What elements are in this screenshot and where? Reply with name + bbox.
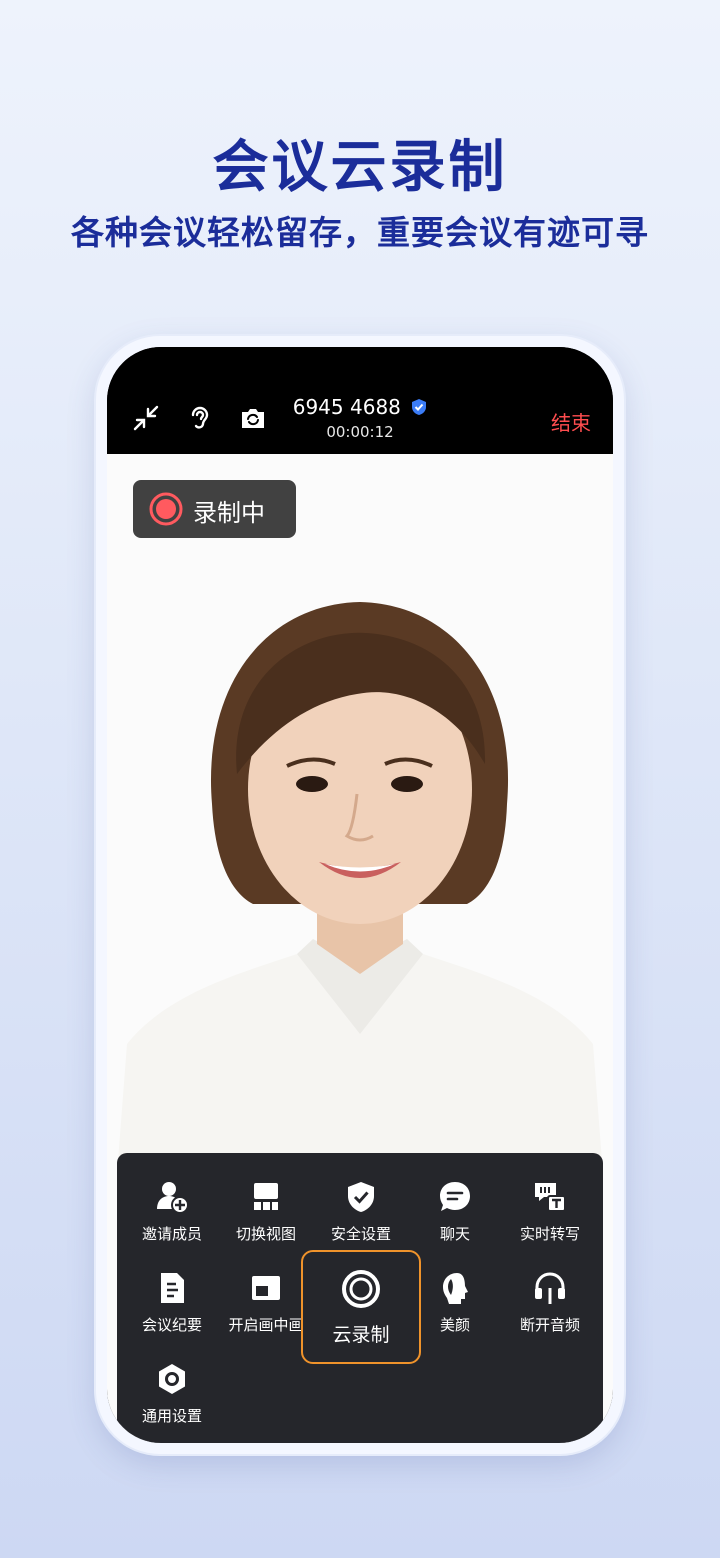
promo-headline: 会议云录制 — [212, 135, 508, 200]
headset-icon — [535, 1272, 565, 1304]
grid-view-icon — [254, 1183, 278, 1210]
meeting-minutes-button[interactable]: 会议纪要 — [124, 1270, 220, 1350]
live-transcription-button[interactable]: 实时转写 — [502, 1179, 598, 1259]
verified-shield-icon — [412, 399, 427, 415]
transcribe-icon — [535, 1183, 566, 1212]
beauty-icon — [443, 1273, 468, 1304]
chat-label: 聊天 — [439, 1225, 470, 1243]
settings-icon — [159, 1364, 185, 1394]
beauty-label: 美颜 — [439, 1316, 470, 1334]
switch-view-label: 切换视图 — [235, 1225, 296, 1243]
security-settings-label: 安全设置 — [330, 1225, 391, 1243]
invite-members-label: 邀请成员 — [141, 1225, 202, 1243]
cloud-recording-label: 云录制 — [332, 1324, 390, 1346]
meeting-id: 6945 4688 — [107, 395, 613, 419]
participant-video-image — [117, 602, 603, 1174]
disconnect-audio-label: 断开音频 — [519, 1316, 580, 1334]
phone-screen: 6945 4688 00:00:12 结束 录制中 邀请成员 切换视图 安全设置… — [107, 347, 613, 1443]
picture-in-picture-label: 开启画中画 — [228, 1316, 304, 1334]
record-icon — [342, 1270, 380, 1308]
promo-subline: 各种会议轻松留存，重要会议有迹可寻 — [71, 213, 649, 252]
switch-view-button[interactable]: 切换视图 — [218, 1179, 314, 1259]
meeting-id-text: 6945 4688 — [292, 395, 401, 419]
shield-check-icon — [348, 1182, 374, 1212]
meeting-timer: 00:00:12 — [326, 423, 394, 441]
meeting-minutes-label: 会议纪要 — [141, 1316, 202, 1334]
add-user-icon — [157, 1182, 189, 1214]
picture-in-picture-icon — [252, 1276, 280, 1300]
beauty-button[interactable]: 美颜 — [407, 1270, 503, 1350]
video-area: 录制中 邀请成员 切换视图 安全设置 聊天 实时转写 会议纪要 开启画中画 云录… — [107, 454, 613, 1443]
recording-badge: 录制中 — [133, 480, 296, 538]
recording-label: 录制中 — [193, 499, 265, 527]
picture-in-picture-button[interactable]: 开启画中画 — [218, 1270, 314, 1350]
live-transcription-label: 实时转写 — [519, 1225, 580, 1243]
chat-icon — [440, 1182, 470, 1211]
cloud-recording-button[interactable]: 云录制 — [301, 1250, 421, 1364]
security-settings-button[interactable]: 安全设置 — [313, 1179, 409, 1259]
disconnect-audio-button[interactable]: 断开音频 — [502, 1270, 598, 1350]
document-icon — [161, 1273, 184, 1303]
general-settings-label: 通用设置 — [141, 1407, 202, 1425]
chat-button[interactable]: 聊天 — [407, 1179, 503, 1259]
end-meeting-button[interactable]: 结束 — [551, 407, 591, 436]
record-dot-icon — [149, 492, 183, 526]
meeting-topbar: 6945 4688 00:00:12 结束 — [107, 347, 613, 454]
general-settings-button[interactable]: 通用设置 — [124, 1361, 220, 1441]
more-actions-sheet: 邀请成员 切换视图 安全设置 聊天 实时转写 会议纪要 开启画中画 云录制 美颜… — [117, 1153, 603, 1443]
invite-members-button[interactable]: 邀请成员 — [124, 1179, 220, 1259]
